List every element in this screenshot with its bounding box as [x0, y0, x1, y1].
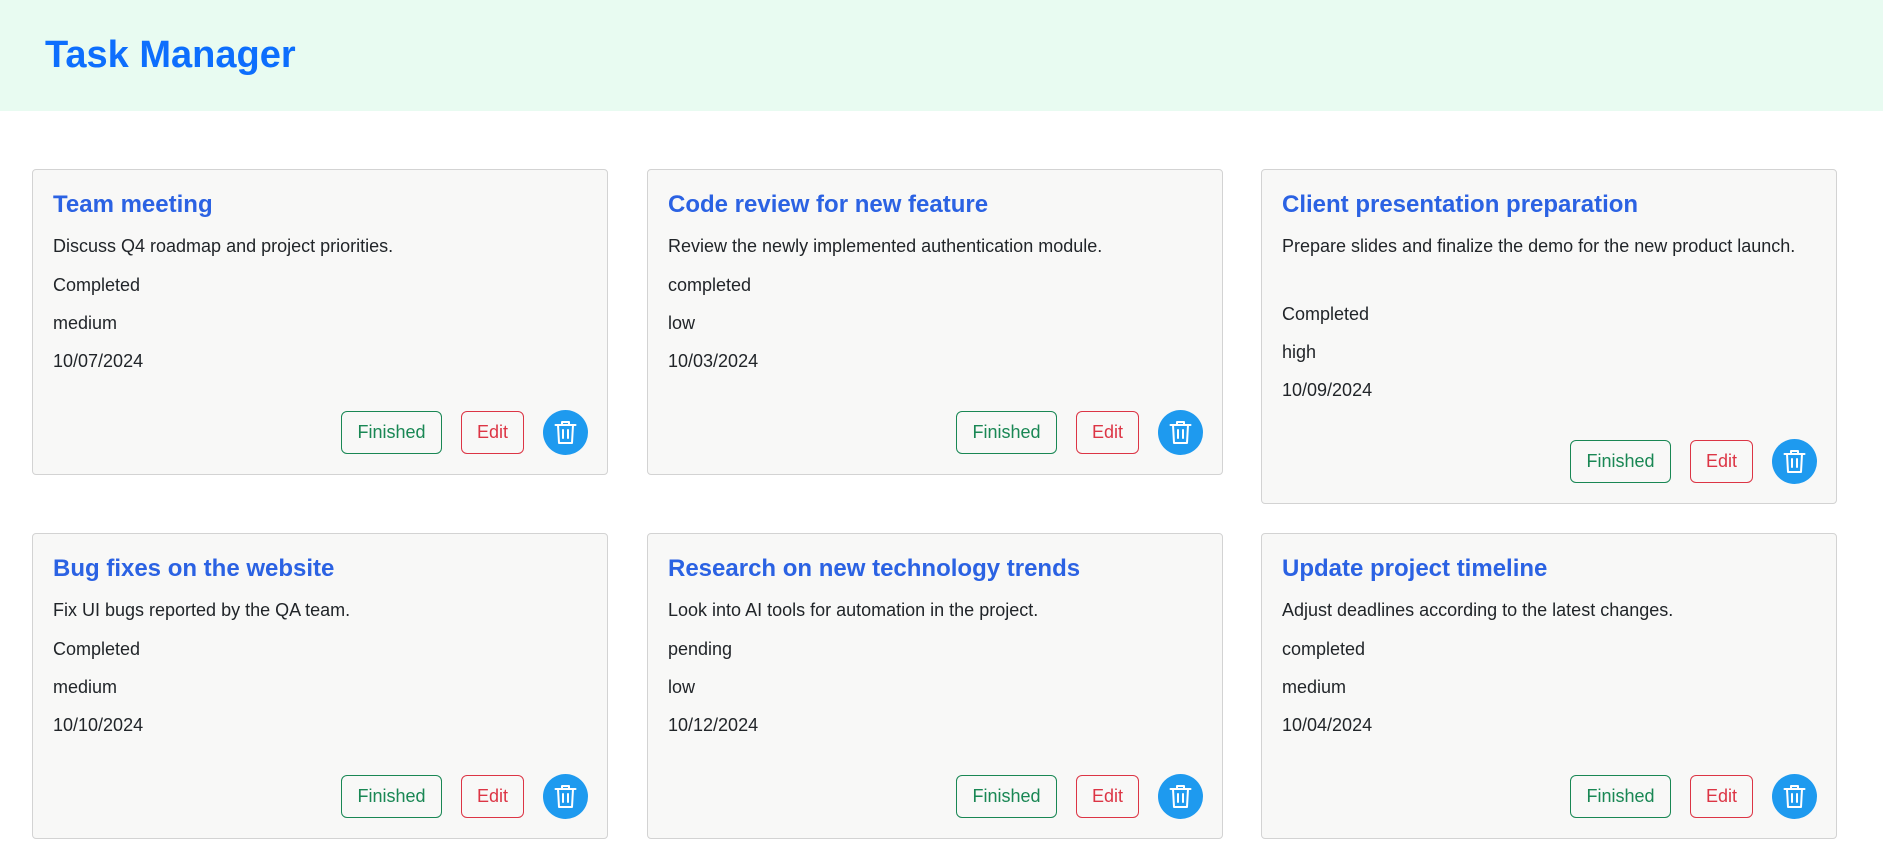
finished-button[interactable]: Finished [341, 411, 442, 454]
finished-button[interactable]: Finished [1570, 775, 1671, 818]
task-card: Client presentation preparation Prepare … [1261, 169, 1837, 504]
app-header: Task Manager [0, 0, 1883, 111]
trash-icon [554, 785, 577, 808]
task-status: Completed [53, 639, 141, 659]
task-title: Client presentation preparation [1282, 191, 1639, 218]
edit-button[interactable]: Edit [1690, 775, 1753, 818]
trash-icon [1783, 450, 1806, 473]
task-card: Update project timeline Adjust deadlines… [1261, 533, 1837, 839]
trash-icon [1169, 421, 1192, 444]
task-card: Bug fixes on the website Fix UI bugs rep… [32, 533, 608, 839]
task-title: Bug fixes on the website [53, 555, 335, 582]
task-status: pending [668, 639, 733, 659]
delete-button[interactable] [543, 774, 588, 819]
delete-button[interactable] [543, 410, 588, 455]
task-date: 10/09/2024 [1282, 380, 1373, 400]
task-priority: low [668, 677, 696, 697]
task-priority: medium [1282, 677, 1347, 697]
task-title: Code review for new feature [668, 191, 989, 218]
delete-button[interactable] [1158, 774, 1203, 819]
task-priority: high [1282, 342, 1317, 362]
delete-button[interactable] [1772, 439, 1817, 484]
task-status: Completed [53, 275, 141, 295]
task-date: 10/07/2024 [53, 351, 144, 371]
edit-button[interactable]: Edit [1076, 411, 1139, 454]
task-card: Research on new technology trends Look i… [647, 533, 1223, 839]
task-priority: medium [53, 313, 118, 333]
task-description: Look into AI tools for automation in the… [668, 600, 1039, 620]
finished-button[interactable]: Finished [956, 775, 1057, 818]
delete-button[interactable] [1772, 774, 1817, 819]
task-description: Fix UI bugs reported by the QA team. [53, 600, 351, 620]
task-priority: low [668, 313, 696, 333]
task-date: 10/12/2024 [668, 715, 759, 735]
finished-button[interactable]: Finished [341, 775, 442, 818]
task-card: Code review for new feature Review the n… [647, 169, 1223, 475]
task-description: Discuss Q4 roadmap and project prioritie… [53, 236, 394, 256]
edit-button[interactable]: Edit [1076, 775, 1139, 818]
delete-button[interactable] [1158, 410, 1203, 455]
finished-button[interactable]: Finished [956, 411, 1057, 454]
task-description: Adjust deadlines according to the latest… [1282, 600, 1674, 620]
edit-button[interactable]: Edit [461, 411, 524, 454]
task-description: Prepare slides and finalize the demo for… [1282, 236, 1796, 256]
edit-button[interactable]: Edit [461, 775, 524, 818]
task-date: 10/03/2024 [668, 351, 759, 371]
trash-icon [1783, 785, 1806, 808]
task-status: completed [1282, 639, 1366, 659]
finished-button[interactable]: Finished [1570, 440, 1671, 483]
task-description: Review the newly implemented authenticat… [668, 236, 1103, 256]
edit-button[interactable]: Edit [1690, 440, 1753, 483]
trash-icon [1169, 785, 1192, 808]
task-date: 10/10/2024 [53, 715, 144, 735]
task-title: Team meeting [53, 191, 213, 218]
task-card: Team meeting Discuss Q4 roadmap and proj… [32, 169, 608, 475]
task-status: Completed [1282, 304, 1370, 324]
trash-icon [554, 421, 577, 444]
task-date: 10/04/2024 [1282, 715, 1373, 735]
app-title: Task Manager [45, 34, 296, 76]
task-status: completed [668, 275, 752, 295]
task-title: Update project timeline [1282, 555, 1548, 582]
task-priority: medium [53, 677, 118, 697]
task-title: Research on new technology trends [668, 555, 1081, 582]
